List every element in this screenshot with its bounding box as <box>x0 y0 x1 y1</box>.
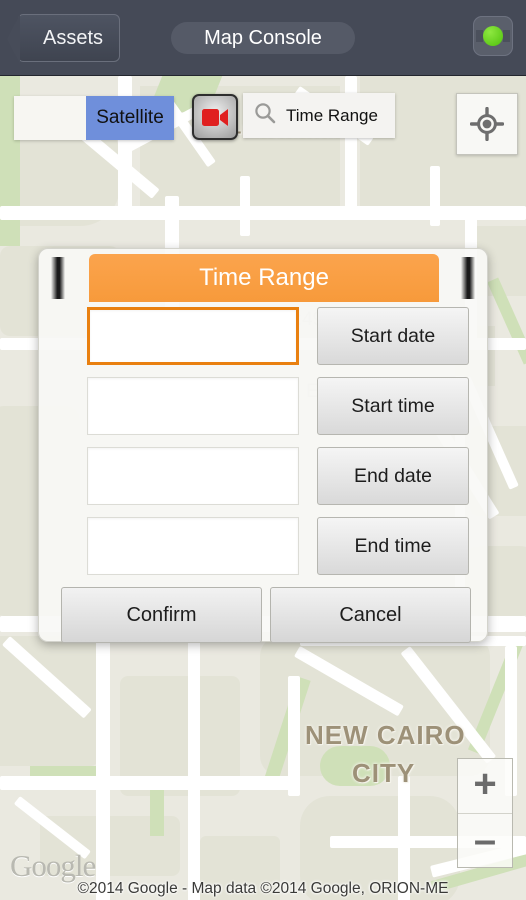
app-header: Assets Map Console <box>0 0 526 76</box>
row-end-date: End date <box>49 447 479 509</box>
time-range-dialog: Time Range Start date Start time End dat… <box>38 248 488 643</box>
start-time-button[interactable]: Start time <box>317 377 469 435</box>
map-type-option-satellite[interactable]: Satellite <box>86 96 174 140</box>
start-time-button-label: Start time <box>351 394 435 417</box>
start-date-button[interactable]: Start date <box>317 307 469 365</box>
cancel-button-label: Cancel <box>339 603 402 626</box>
zoom-in-label: + <box>473 762 497 806</box>
map-attribution: ©2014 Google - Map data ©2014 Google, OR… <box>77 880 449 897</box>
page-title: Map Console <box>171 22 355 54</box>
row-start-time: Start time <box>49 377 479 439</box>
map-label-city: CITY <box>352 758 416 788</box>
my-location-crosshair-icon <box>470 107 504 141</box>
dialog-header-bar-left <box>51 257 65 299</box>
end-date-field[interactable] <box>87 447 299 505</box>
video-camera-icon <box>202 108 228 126</box>
green-status-circle-icon[interactable] <box>473 16 513 56</box>
page-title-label: Map Console <box>204 26 322 49</box>
start-date-field[interactable] <box>87 307 299 365</box>
map-type-panel[interactable]: Satellite <box>14 96 174 140</box>
dialog-header-bar-right <box>461 257 475 299</box>
map-road <box>188 636 200 900</box>
zoom-in-button[interactable]: + <box>458 759 512 814</box>
map-road <box>96 636 110 900</box>
row-end-time: End time <box>49 517 479 579</box>
map-label-new-cairo: NEW CAIRO <box>305 720 466 750</box>
cancel-button[interactable]: Cancel <box>270 587 471 643</box>
start-date-button-label: Start date <box>350 324 436 347</box>
end-date-button[interactable]: End date <box>317 447 469 505</box>
confirm-button[interactable]: Confirm <box>61 587 262 643</box>
back-button-assets[interactable]: Assets <box>6 14 121 64</box>
my-location-button[interactable] <box>456 93 518 155</box>
map-road <box>288 676 300 796</box>
end-time-field[interactable] <box>87 517 299 575</box>
confirm-button-label: Confirm <box>126 603 197 626</box>
search-input-value: Time Range <box>286 105 378 125</box>
back-button-label: Assets <box>43 26 104 49</box>
dialog-title: Time Range <box>89 254 439 302</box>
dialog-footer: Confirm Cancel <box>61 587 471 643</box>
map-road <box>240 176 250 236</box>
zoom-controls[interactable]: + – <box>457 758 513 868</box>
end-date-button-label: End date <box>353 464 433 487</box>
search-icon <box>254 102 276 129</box>
record-playback-button[interactable] <box>192 94 238 140</box>
end-time-button[interactable]: End time <box>317 517 469 575</box>
row-start-date: Start date <box>49 307 479 369</box>
status-dot <box>483 26 503 46</box>
map-console-screen: BMW 315 2014-02-04 01:59:49 Speed 0Km/h … <box>0 0 526 900</box>
zoom-out-label: – <box>473 817 497 862</box>
start-time-field[interactable] <box>87 377 299 435</box>
zoom-out-button[interactable]: – <box>458 814 512 869</box>
dialog-title-label: Time Range <box>199 264 329 291</box>
google-logo: Google <box>10 848 96 883</box>
map-road <box>0 776 300 790</box>
end-time-button-label: End time <box>354 534 432 557</box>
map-road <box>430 166 440 226</box>
search-input[interactable]: Time Range <box>243 93 395 138</box>
map-road <box>0 206 526 220</box>
